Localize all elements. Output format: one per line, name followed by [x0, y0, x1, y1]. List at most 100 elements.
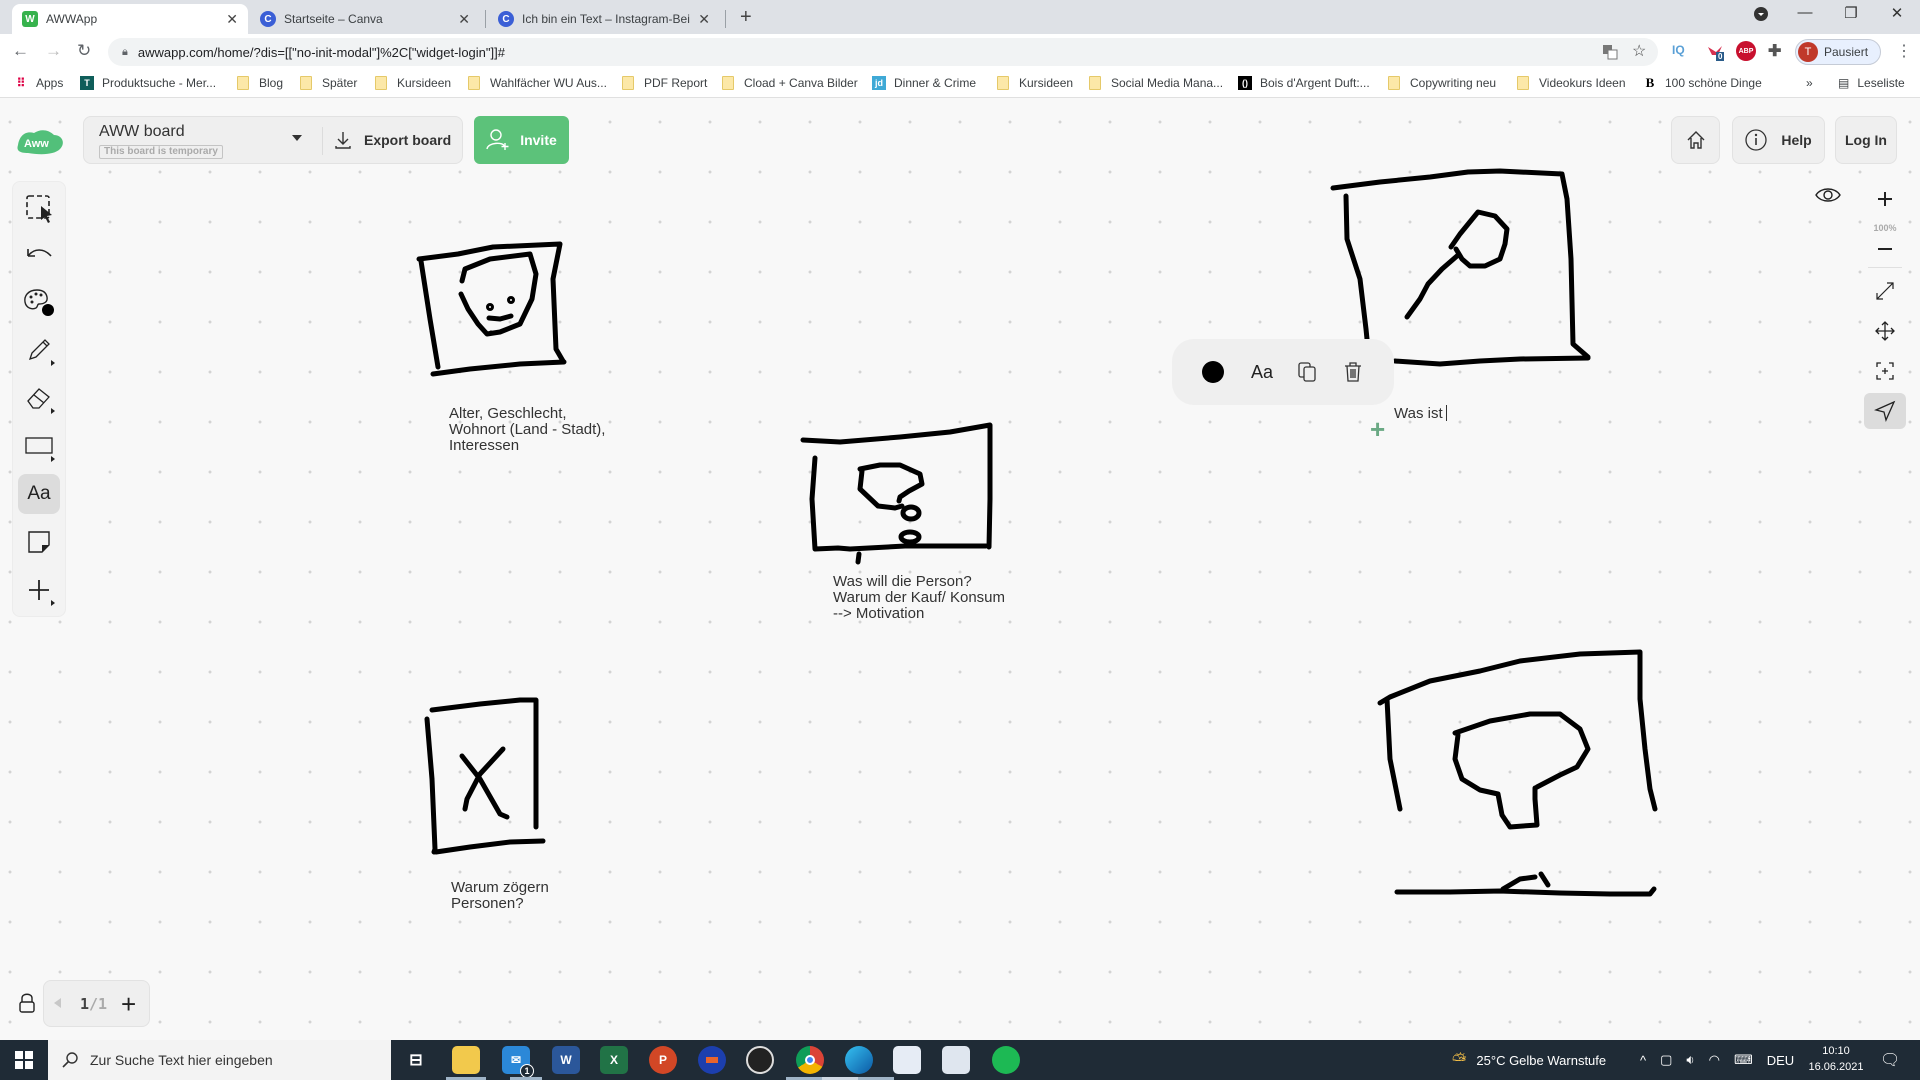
- bookmark-item[interactable]: PDF Report: [622, 76, 707, 90]
- weather-widget[interactable]: ⛅︎ 25°C Gelbe Warnstufe: [1452, 1040, 1606, 1080]
- close-tab-icon[interactable]: ✕: [458, 11, 470, 28]
- edge-icon[interactable]: [845, 1046, 873, 1074]
- bookmark-item[interactable]: jd Dinner & Crime: [872, 76, 976, 90]
- chrome-icon[interactable]: [796, 1046, 824, 1074]
- duplicate-button[interactable]: [1292, 357, 1322, 387]
- tool-undo[interactable]: [18, 234, 60, 274]
- bookmark-star-icon[interactable]: ☆: [1632, 41, 1646, 61]
- volume-icon[interactable]: 🔉︎: [1686, 1052, 1694, 1068]
- back-button[interactable]: ←: [12, 41, 29, 61]
- close-tab-icon[interactable]: ✕: [698, 11, 710, 28]
- move-handle-icon[interactable]: +: [1370, 416, 1385, 442]
- bookmark-item[interactable]: Social Media Mana...: [1089, 76, 1223, 90]
- keyboard-icon[interactable]: ⌨: [1734, 1052, 1753, 1068]
- snipping-tool-icon[interactable]: [893, 1046, 921, 1074]
- notepad-app-icon[interactable]: [942, 1046, 970, 1074]
- tool-eraser[interactable]: [18, 378, 60, 418]
- meet-now-icon[interactable]: ▢: [1660, 1052, 1672, 1068]
- word-icon[interactable]: W: [552, 1046, 580, 1074]
- start-button[interactable]: [0, 1040, 48, 1080]
- tab-search-icon[interactable]: [1738, 6, 1784, 26]
- text-input-active[interactable]: Was ist: [1394, 405, 1447, 422]
- spotify-icon[interactable]: [992, 1046, 1020, 1074]
- invite-button[interactable]: Invite: [474, 116, 569, 164]
- visibility-button[interactable]: [1815, 187, 1841, 208]
- taskbar-search[interactable]: Zur Suche Text hier eingeben: [48, 1040, 391, 1080]
- bookmark-item[interactable]: Kursideen: [375, 76, 451, 90]
- translate-icon[interactable]: [1602, 44, 1618, 63]
- font-button[interactable]: Aa: [1244, 357, 1280, 387]
- tab-awwapp[interactable]: W AWWApp ✕: [12, 4, 248, 34]
- restore-button[interactable]: ❐: [1828, 4, 1874, 22]
- excel-icon[interactable]: X: [600, 1046, 628, 1074]
- mail-icon[interactable]: ✉ 1: [502, 1046, 534, 1078]
- follow-button[interactable]: [1864, 393, 1906, 429]
- close-window-button[interactable]: ✕: [1874, 4, 1920, 22]
- tool-pen[interactable]: [18, 330, 60, 370]
- home-button[interactable]: [1671, 116, 1720, 164]
- lock-board-button[interactable]: [18, 992, 36, 1019]
- input-language[interactable]: DEU: [1767, 1053, 1794, 1068]
- pan-button[interactable]: [1864, 313, 1906, 349]
- extensions-puzzle-icon[interactable]: ✚: [1768, 41, 1781, 61]
- chrome-menu-icon[interactable]: ⋮: [1896, 41, 1912, 61]
- help-button[interactable]: Help: [1732, 116, 1825, 164]
- fullscreen-button[interactable]: [1864, 273, 1906, 309]
- bookmarks-overflow-button[interactable]: »: [1806, 76, 1813, 90]
- login-button[interactable]: Log In: [1835, 116, 1897, 164]
- previous-page-button[interactable]: [54, 998, 61, 1008]
- bookmark-item[interactable]: Cload + Canva Bilder: [722, 76, 858, 90]
- bookmark-item[interactable]: T Produktsuche - Mer...: [80, 76, 216, 90]
- new-tab-button[interactable]: +: [740, 6, 752, 29]
- reload-button[interactable]: ↻: [77, 41, 91, 61]
- board-dropdown-caret-icon[interactable]: [292, 135, 302, 141]
- tool-color[interactable]: [18, 282, 60, 322]
- zoom-out-button[interactable]: [1864, 231, 1906, 267]
- board-menu[interactable]: AWW board This board is temporary Export…: [83, 116, 463, 164]
- profile-button[interactable]: T Pausiert: [1795, 39, 1881, 65]
- note-hesitation[interactable]: Warum zögern Personen?: [451, 880, 549, 912]
- show-hidden-icons-icon[interactable]: ^: [1640, 1053, 1646, 1068]
- bookmark-item[interactable]: () Bois d'Argent Duft:...: [1238, 76, 1370, 90]
- tab-canva-home[interactable]: C Startseite – Canva ✕: [250, 4, 480, 34]
- adblock-icon[interactable]: ABP: [1736, 41, 1756, 61]
- tool-sticky-note[interactable]: [18, 522, 60, 562]
- extension-iq-icon[interactable]: IQ: [1672, 43, 1685, 57]
- text-color-button[interactable]: [1198, 357, 1228, 387]
- bookmark-item[interactable]: Wahlfächer WU Aus...: [468, 76, 607, 90]
- minimize-button[interactable]: —: [1782, 4, 1828, 21]
- bookmark-item[interactable]: Blog: [237, 76, 283, 90]
- reading-list-button[interactable]: ▤ Leseliste: [1838, 76, 1905, 90]
- bookmark-item[interactable]: Copywriting neu: [1388, 76, 1496, 90]
- close-tab-icon[interactable]: ✕: [226, 11, 238, 28]
- system-clock[interactable]: 10:10 16.06.2021: [1806, 1043, 1866, 1075]
- powerpoint-icon[interactable]: P: [649, 1046, 677, 1074]
- obs-icon[interactable]: [746, 1046, 774, 1074]
- bookmark-item[interactable]: Videokurs Ideen: [1517, 76, 1626, 90]
- wifi-icon[interactable]: ◠: [1709, 1052, 1720, 1068]
- action-center-icon[interactable]: 🗨︎: [1880, 1040, 1900, 1080]
- forward-button[interactable]: →: [45, 41, 62, 61]
- tool-text[interactable]: Aa: [18, 474, 60, 514]
- delete-button[interactable]: [1338, 357, 1368, 387]
- whiteboard-app[interactable]: Aww AWW board This board is temporary Ex…: [0, 99, 1920, 1039]
- add-page-button[interactable]: +: [121, 991, 136, 1017]
- bookmark-item[interactable]: Später: [300, 76, 357, 90]
- bookmark-apps[interactable]: ⠿ Apps: [14, 76, 64, 90]
- tool-shape[interactable]: [18, 426, 60, 466]
- zoom-in-button[interactable]: [1864, 181, 1906, 217]
- address-bar[interactable]: 🔒︎ awwapp.com/home/?dis=[["no-init-modal…: [108, 38, 1658, 66]
- export-board-button[interactable]: Export board: [334, 117, 451, 163]
- tab-canva-instagram[interactable]: C Ich bin ein Text – Instagram-Beitr ✕: [488, 4, 720, 34]
- tool-select[interactable]: [18, 188, 60, 228]
- aww-logo[interactable]: Aww: [14, 127, 66, 157]
- bookmark-item[interactable]: B 100 schöne Dinge: [1643, 75, 1762, 90]
- note-motivation[interactable]: Was will die Person? Warum der Kauf/ Kon…: [833, 574, 1005, 622]
- center-view-button[interactable]: [1864, 353, 1906, 389]
- extension-bird-icon[interactable]: 0: [1706, 43, 1725, 64]
- tool-add[interactable]: [18, 570, 60, 610]
- board-name[interactable]: AWW board: [99, 123, 185, 141]
- bookmark-item[interactable]: Kursideen: [997, 76, 1073, 90]
- task-view-icon[interactable]: ⊟: [402, 1046, 430, 1074]
- audacity-icon[interactable]: [698, 1046, 726, 1074]
